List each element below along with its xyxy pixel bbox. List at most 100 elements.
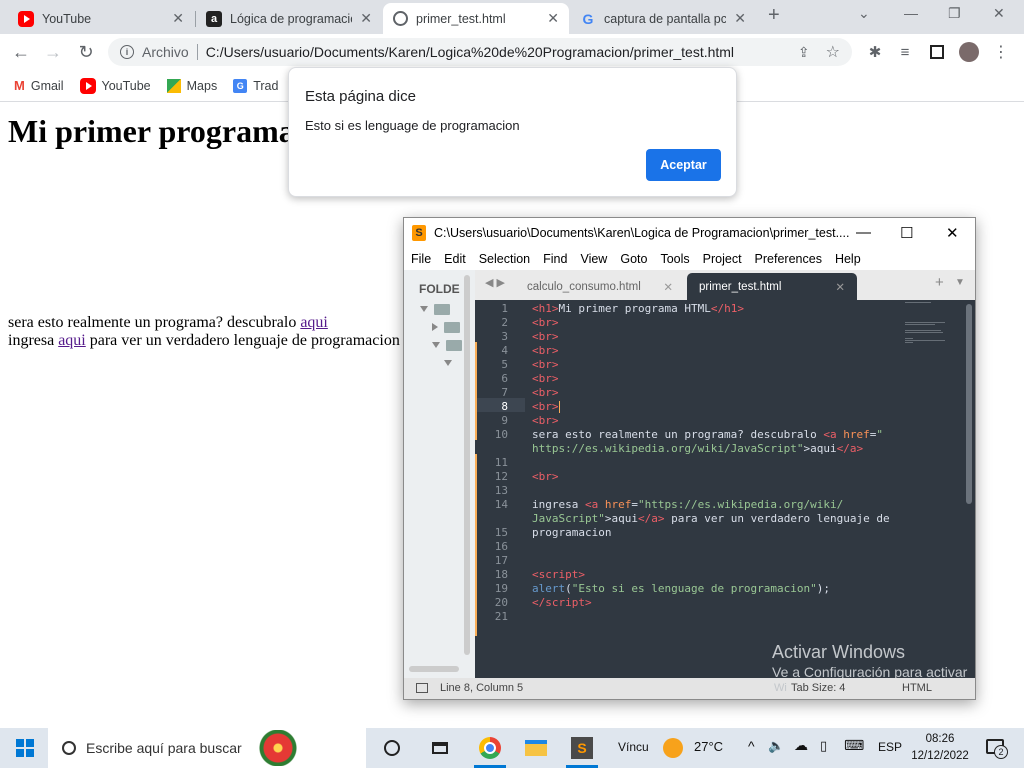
new-tab-button[interactable]: + xyxy=(768,4,780,27)
profile-avatar[interactable] xyxy=(958,41,980,63)
network-icon[interactable]: ▯ xyxy=(820,738,827,754)
tab-captura[interactable]: G captura de pantalla pc ✕ xyxy=(570,3,756,34)
menu-selection[interactable]: Selection xyxy=(479,252,530,266)
editor-tab-label: calculo_consumo.html xyxy=(527,280,641,293)
share-icon[interactable]: ⇪ xyxy=(798,44,810,61)
system-clock[interactable]: 08:26 12/12/2022 xyxy=(904,731,976,765)
onedrive-icon[interactable]: ☁ xyxy=(794,737,808,754)
sidebar-scrollbar[interactable] xyxy=(464,275,470,655)
close-tab-icon[interactable]: ✕ xyxy=(172,10,184,27)
line-number: 11 xyxy=(494,456,508,469)
code-line: </script> xyxy=(532,596,592,609)
side-panel-icon[interactable] xyxy=(926,41,948,63)
minimize-button[interactable]: — xyxy=(904,5,918,21)
close-tab-icon[interactable]: ✕ xyxy=(663,280,673,294)
sublime-taskbar-icon[interactable]: S xyxy=(570,737,594,759)
close-tab-icon[interactable]: ✕ xyxy=(360,10,372,27)
task-view-icon[interactable] xyxy=(428,737,452,759)
tab-logica[interactable]: a Lógica de programació ✕ xyxy=(196,3,382,34)
weather-sun-icon[interactable] xyxy=(663,738,683,758)
line-number: 17 xyxy=(494,554,508,567)
accept-button[interactable]: Aceptar xyxy=(646,149,721,181)
taskbar-search-box[interactable]: Escribe aquí para buscar xyxy=(48,728,366,768)
address-bar[interactable]: i Archivo C:/Users/usuario/Documents/Kar… xyxy=(108,38,852,66)
temperature[interactable]: 27°C xyxy=(694,739,723,754)
syntax-mode[interactable]: HTML xyxy=(902,682,932,694)
bookmark-gmail[interactable]: M Gmail xyxy=(14,78,64,93)
close-tab-icon[interactable]: ✕ xyxy=(547,10,559,27)
site-info-icon[interactable]: i xyxy=(120,45,134,59)
bookmark-label: Maps xyxy=(186,78,218,93)
menu-kebab-icon[interactable]: ⋮ xyxy=(990,41,1012,63)
menu-file[interactable]: File xyxy=(411,252,431,266)
tab-primer-test[interactable]: primer_test.html ✕ xyxy=(383,3,569,34)
weather-location[interactable]: Víncu xyxy=(618,740,649,754)
tray-chevron-icon[interactable]: ^ xyxy=(748,738,755,754)
cortana-icon[interactable] xyxy=(380,737,404,759)
folder-row[interactable] xyxy=(420,300,450,318)
input-language[interactable]: ESP xyxy=(878,740,902,754)
bookmark-label: Trad xyxy=(253,78,279,93)
code-line: <br> xyxy=(532,316,559,329)
menu-goto[interactable]: Goto xyxy=(620,252,647,266)
address-url[interactable]: C:/Users/usuario/Documents/Karen/Logica%… xyxy=(206,44,790,60)
menu-find[interactable]: Find xyxy=(543,252,567,266)
tab-youtube[interactable]: YouTube ✕ xyxy=(8,3,194,34)
code-line: https://es.wikipedia.org/wiki/JavaScript… xyxy=(532,442,864,455)
back-button[interactable]: ← xyxy=(10,41,32,63)
reload-button[interactable]: ↻ xyxy=(75,41,97,63)
paragraph-2-pre: ingresa xyxy=(8,332,55,349)
sublime-maximize-button[interactable]: ☐ xyxy=(900,224,913,242)
wikipedia-link-2[interactable]: aqui xyxy=(58,332,86,349)
tab-size[interactable]: Tab Size: 4 xyxy=(791,682,845,694)
close-window-button[interactable]: ✕ xyxy=(993,5,1005,22)
dialog-title: Esta página dice xyxy=(305,88,416,105)
file-explorer-icon[interactable] xyxy=(524,737,548,759)
bookmark-star-icon[interactable]: ☆ xyxy=(826,42,840,62)
code-editor[interactable]: 1 2 3 4 5 6 7 8 9 10 11 12 13 14 15 16 17 18 19 20 21 <h1>Mi… xyxy=(475,300,975,678)
collapse-icon xyxy=(432,323,438,331)
translate-icon: G xyxy=(233,78,248,93)
bookmark-youtube[interactable]: YouTube xyxy=(79,77,151,94)
editor-scrollbar[interactable] xyxy=(966,304,972,504)
minimap[interactable] xyxy=(903,300,963,360)
close-tab-icon[interactable]: ✕ xyxy=(734,10,746,27)
new-tab-plus-icon[interactable]: + xyxy=(935,274,944,291)
tab-dropdown-icon[interactable]: ▼ xyxy=(955,277,965,288)
sidebar-hscrollbar[interactable] xyxy=(409,666,459,672)
wikipedia-link-1[interactable]: aqui xyxy=(300,314,328,331)
bookmark-translate[interactable]: G Trad xyxy=(233,78,279,93)
tab-nav-arrows-icon[interactable]: ◀ ▶ xyxy=(485,276,505,289)
tab-strip: YouTube ✕ a Lógica de programació ✕ prim… xyxy=(0,0,1024,34)
restore-button[interactable]: ❐ xyxy=(948,5,961,22)
close-tab-icon[interactable]: ✕ xyxy=(835,280,845,294)
menu-view[interactable]: View xyxy=(580,252,607,266)
keyboard-icon[interactable]: ⌨ xyxy=(844,737,864,754)
windows-start-icon[interactable] xyxy=(16,739,34,757)
sublime-close-button[interactable]: ✕ xyxy=(946,224,959,242)
sublime-titlebar[interactable]: S C:\Users\usuario\Documents\Karen\Logic… xyxy=(404,218,975,248)
page-heading: Mi primer programa xyxy=(8,113,295,149)
menu-project[interactable]: Project xyxy=(703,252,742,266)
chrome-taskbar-icon[interactable] xyxy=(478,737,502,759)
editor-tab-primer[interactable]: primer_test.html ✕ xyxy=(687,273,857,300)
menu-edit[interactable]: Edit xyxy=(444,252,466,266)
menu-help[interactable]: Help xyxy=(835,252,861,266)
line-number: 9 xyxy=(501,414,508,427)
sidebar-toggle-icon[interactable] xyxy=(416,683,428,693)
folder-row[interactable] xyxy=(432,318,460,336)
extensions-icon[interactable]: ✱ xyxy=(864,41,886,63)
bookmark-maps[interactable]: Maps xyxy=(166,78,218,93)
notification-center-icon[interactable]: 2 xyxy=(986,739,1008,759)
editor-tab-calculo[interactable]: calculo_consumo.html ✕ xyxy=(515,273,685,300)
folder-row[interactable] xyxy=(444,354,452,372)
sublime-minimize-button[interactable]: — xyxy=(856,224,871,241)
folder-row[interactable] xyxy=(432,336,462,354)
media-queue-icon[interactable]: ≡ xyxy=(894,41,916,63)
tab-search-chevron-icon[interactable]: ⌄ xyxy=(858,5,870,22)
forward-button[interactable]: → xyxy=(42,41,64,63)
menu-tools[interactable]: Tools xyxy=(660,252,689,266)
tab-title: captura de pantalla pc xyxy=(604,11,727,26)
menu-preferences[interactable]: Preferences xyxy=(755,252,822,266)
volume-muted-icon[interactable]: 🔈 xyxy=(768,738,784,754)
